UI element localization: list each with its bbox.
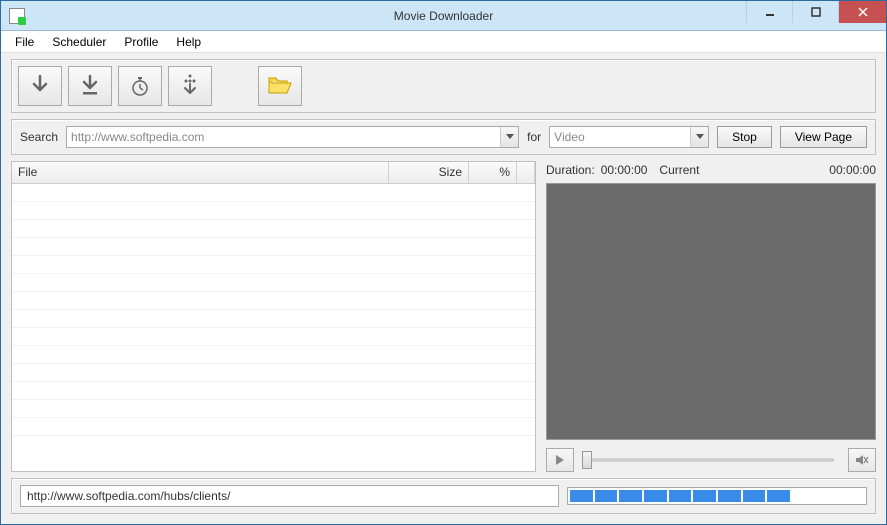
menu-scheduler[interactable]: Scheduler (44, 33, 114, 51)
progress-segment (644, 490, 667, 502)
seek-thumb[interactable] (582, 451, 592, 469)
status-bar: http://www.softpedia.com/hubs/clients/ (11, 478, 876, 514)
progress-segment (841, 490, 864, 502)
maximize-button[interactable] (792, 1, 838, 23)
open-folder-button[interactable] (258, 66, 302, 106)
progress-segment (792, 490, 815, 502)
table-row (12, 364, 535, 382)
preview-panel: Duration: 00:00:00 Current 00:00:00 (546, 161, 876, 472)
table-row (12, 202, 535, 220)
duration-value: 00:00:00 (601, 163, 648, 177)
current-label: Current (659, 163, 699, 177)
download-all-button[interactable] (68, 66, 112, 106)
status-url[interactable]: http://www.softpedia.com/hubs/clients/ (20, 485, 559, 507)
speaker-mute-icon (855, 453, 869, 467)
seek-track (588, 459, 834, 462)
table-row (12, 292, 535, 310)
menu-profile[interactable]: Profile (116, 33, 166, 51)
search-url-combo[interactable]: http://www.softpedia.com (66, 126, 519, 148)
play-button[interactable] (546, 448, 574, 472)
menubar: File Scheduler Profile Help (1, 31, 886, 53)
minimize-button[interactable] (746, 1, 792, 23)
main-row: File Size % (11, 161, 876, 472)
arrow-down-icon (30, 74, 50, 98)
mute-button[interactable] (848, 448, 876, 472)
close-button[interactable] (838, 1, 886, 23)
menu-file[interactable]: File (7, 33, 42, 51)
window-title: Movie Downloader (394, 9, 493, 23)
stopwatch-icon (128, 74, 152, 98)
toolbar (11, 59, 876, 113)
progress-segment (669, 490, 692, 502)
arrow-down-bar-icon (80, 74, 100, 98)
dropdown-icon (690, 127, 708, 147)
table-row (12, 274, 535, 292)
view-page-button[interactable]: View Page (780, 126, 867, 148)
queue-button[interactable] (168, 66, 212, 106)
table-row (12, 238, 535, 256)
app-icon (9, 8, 25, 24)
window-controls (746, 1, 886, 30)
progress-segment (619, 490, 642, 502)
progress-segment (693, 490, 716, 502)
titlebar[interactable]: Movie Downloader (1, 1, 886, 31)
table-row (12, 184, 535, 202)
arrow-down-dots-icon (179, 73, 201, 99)
table-row (12, 418, 535, 436)
search-panel: Search http://www.softpedia.com for Vide… (11, 119, 876, 155)
table-row (12, 220, 535, 238)
stop-button[interactable]: Stop (717, 126, 772, 148)
downloads-table: File Size % (11, 161, 536, 472)
preview-info: Duration: 00:00:00 Current 00:00:00 (546, 161, 876, 179)
app-window: Movie Downloader File Scheduler Profile … (0, 0, 887, 525)
progress-segment (743, 490, 766, 502)
progress-segment (817, 490, 840, 502)
video-preview (546, 183, 876, 440)
progress-segment (767, 490, 790, 502)
table-body[interactable] (12, 184, 535, 471)
table-row (12, 400, 535, 418)
folder-open-icon (267, 75, 293, 97)
play-icon (555, 454, 565, 466)
progress-segment (718, 490, 741, 502)
table-header: File Size % (12, 162, 535, 184)
progress-bar (567, 487, 867, 505)
duration-label: Duration: (546, 163, 595, 177)
download-button[interactable] (18, 66, 62, 106)
preview-controls (546, 444, 876, 472)
table-row (12, 256, 535, 274)
table-row (12, 328, 535, 346)
search-type-combo[interactable]: Video (549, 126, 709, 148)
dropdown-icon (500, 127, 518, 147)
table-row (12, 382, 535, 400)
search-type-value: Video (554, 130, 584, 144)
table-row (12, 310, 535, 328)
content-area: Search http://www.softpedia.com for Vide… (1, 53, 886, 524)
table-row (12, 346, 535, 364)
menu-help[interactable]: Help (168, 33, 209, 51)
search-label: Search (20, 130, 58, 144)
col-file[interactable]: File (12, 162, 389, 183)
current-value: 00:00:00 (829, 163, 876, 177)
for-label: for (527, 130, 541, 144)
seek-slider[interactable] (582, 451, 840, 469)
col-spacer (517, 162, 535, 183)
progress-segment (595, 490, 618, 502)
search-url-value: http://www.softpedia.com (71, 130, 204, 144)
progress-segment (570, 490, 593, 502)
scheduler-button[interactable] (118, 66, 162, 106)
col-percent[interactable]: % (469, 162, 517, 183)
col-size[interactable]: Size (389, 162, 469, 183)
